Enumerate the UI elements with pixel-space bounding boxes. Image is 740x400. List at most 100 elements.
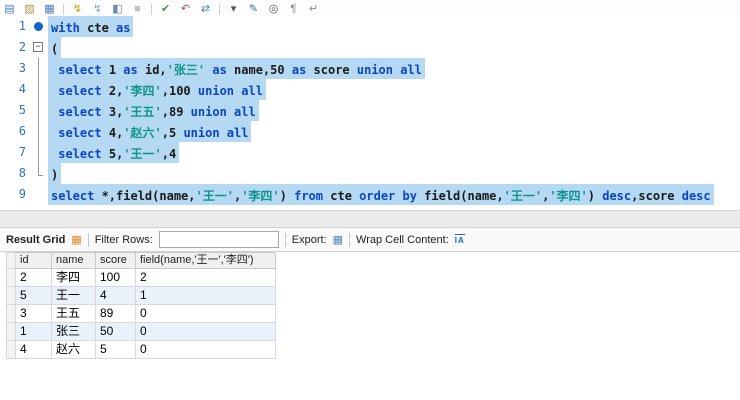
result-grid-toolbar: Result Grid ▦ Filter Rows: Export: ▦ Wra… (0, 228, 740, 252)
line-number[interactable]: 9 (0, 184, 31, 205)
result-cell[interactable]: 0 (135, 340, 276, 359)
result-cell[interactable]: 3 (15, 304, 52, 323)
result-cell[interactable]: 赵六 (51, 340, 96, 359)
result-cell[interactable]: 5 (15, 286, 52, 305)
editor-line[interactable]: 2−( (0, 37, 740, 58)
export-icon[interactable]: ▦ (333, 234, 343, 246)
result-cell[interactable]: 5 (95, 340, 136, 359)
save-script-icon[interactable]: ▦ (43, 3, 56, 16)
column-header-score[interactable]: score (95, 252, 136, 269)
result-cell[interactable]: 2 (135, 268, 276, 287)
fold-collapse-icon[interactable]: − (31, 37, 48, 58)
code-text[interactable]: with cte as (48, 16, 134, 37)
code-text[interactable]: select 2,'李四',100 union all (48, 79, 266, 100)
result-cell[interactable]: 张三 (51, 322, 96, 341)
code-text[interactable]: select *,field(name,'王一','李四') from cte … (48, 184, 714, 205)
result-cell[interactable]: 100 (95, 268, 136, 287)
wrap-text-icon[interactable]: ↵ (307, 3, 320, 16)
export-label: Export: (291, 233, 327, 246)
line-number[interactable]: 5 (0, 100, 31, 121)
result-cell[interactable]: 0 (135, 304, 276, 323)
statement-marker-icon (31, 16, 48, 37)
fold-line-end (31, 163, 48, 184)
result-cell[interactable]: 2 (15, 268, 52, 287)
line-number[interactable]: 6 (0, 121, 31, 142)
row-gutter[interactable] (6, 322, 16, 341)
result-cell[interactable]: 李四 (51, 268, 96, 287)
sql-editor-window: ▤ ▧ ▦ ↯ ↯ ◧ ■ ✔ ↶ ⇄ ▾ ✎ ◎ ¶ ↵ 1 with cte as 2−(3 select … (0, 0, 740, 400)
code-text[interactable]: ) (48, 163, 62, 184)
find-icon[interactable]: ◎ (267, 3, 280, 16)
row-gutter[interactable] (6, 304, 16, 323)
row-gutter[interactable] (6, 286, 16, 305)
code-text[interactable]: select 3,'王五',89 union all (48, 100, 259, 121)
editor-line[interactable]: 8) (0, 163, 740, 184)
result-cell[interactable]: 王五 (51, 304, 96, 323)
line-number[interactable]: 8 (0, 163, 31, 184)
result-row[interactable]: 5 王一 4 1 (6, 286, 276, 305)
line-number[interactable]: 3 (0, 58, 31, 79)
result-cell[interactable]: 1 (15, 322, 52, 341)
editor-line[interactable]: 3 select 1 as id,'张三' as name,50 as scor… (0, 58, 740, 79)
filter-rows-input[interactable] (158, 231, 279, 248)
limit-rows-icon[interactable]: ▾ (227, 3, 240, 16)
editor-line[interactable]: 1 with cte as (0, 16, 740, 37)
stop-icon[interactable]: ■ (131, 3, 144, 16)
execute-current-statement-icon[interactable]: ↯ (91, 3, 104, 16)
filter-rows-label: Filter Rows: (94, 233, 153, 246)
result-cell[interactable]: 4 (15, 340, 52, 359)
code-text[interactable]: ( (48, 37, 62, 58)
result-grid-icon[interactable]: ▦ (71, 234, 81, 246)
line-number[interactable]: 1 (0, 16, 31, 37)
toolbar-separator (151, 3, 152, 15)
editor-line[interactable]: 5 select 3,'王五',89 union all (0, 100, 740, 121)
commit-icon[interactable]: ✔ (159, 3, 172, 16)
result-cell[interactable]: 0 (135, 322, 276, 341)
result-row[interactable]: 2 李四 100 2 (6, 268, 276, 287)
result-grid-label: Result Grid (6, 233, 66, 246)
row-gutter-header (6, 252, 16, 269)
toolbar-separator (219, 3, 220, 15)
wrap-cell-content-icon[interactable]: IA (454, 234, 465, 245)
line-number[interactable]: 7 (0, 142, 31, 163)
column-header-id[interactable]: id (15, 252, 52, 269)
line-number[interactable]: 2 (0, 37, 31, 58)
result-cell[interactable]: 王一 (51, 286, 96, 305)
result-row[interactable]: 1 张三 50 0 (6, 322, 276, 341)
code-text[interactable]: select 5,'王一',4 (48, 142, 180, 163)
editor-line[interactable]: 4 select 2,'李四',100 union all (0, 79, 740, 100)
editor-line[interactable]: 9 select *,field(name,'王一','李四') from cte… (0, 184, 740, 205)
toolbar-separator (87, 232, 89, 247)
pane-splitter[interactable] (0, 210, 740, 228)
beautify-icon[interactable]: ✎ (247, 3, 260, 16)
result-row[interactable]: 4 赵六 5 0 (6, 340, 276, 359)
result-row[interactable]: 3 王五 89 0 (6, 304, 276, 323)
row-gutter[interactable] (6, 268, 16, 287)
open-script-icon[interactable]: ▧ (23, 3, 36, 16)
code-text[interactable]: select 4,'赵六',5 union all (48, 121, 252, 142)
gutter-spacer (31, 184, 48, 205)
new-script-icon[interactable]: ▤ (3, 3, 16, 16)
special-chars-icon[interactable]: ¶ (287, 3, 300, 16)
line-number[interactable]: 4 (0, 79, 31, 100)
explain-icon[interactable]: ◧ (111, 3, 124, 16)
editor-line[interactable]: 6 select 4,'赵六',5 union all (0, 121, 740, 142)
editor-line[interactable]: 7 select 5,'王一',4 (0, 142, 740, 163)
result-header-row: id name score field(name,'王一','李四') (6, 252, 276, 269)
result-cell[interactable]: 50 (95, 322, 136, 341)
rollback-icon[interactable]: ↶ (179, 3, 192, 16)
toolbar-separator (63, 3, 64, 15)
execute-icon[interactable]: ↯ (71, 3, 84, 16)
code-text[interactable]: select 1 as id,'张三' as name,50 as score … (48, 58, 425, 79)
autocommit-icon[interactable]: ⇄ (199, 3, 212, 16)
sql-editor[interactable]: 1 with cte as 2−(3 select 1 as id,'张三' as … (0, 16, 740, 210)
row-gutter[interactable] (6, 340, 16, 359)
column-header-name[interactable]: name (51, 252, 96, 269)
result-grid: id name score field(name,'王一','李四') 2 李四 1… (6, 252, 276, 359)
result-cell[interactable]: 1 (135, 286, 276, 305)
result-cell[interactable]: 4 (95, 286, 136, 305)
fold-line (31, 100, 48, 121)
column-header-field[interactable]: field(name,'王一','李四') (135, 252, 276, 269)
result-cell[interactable]: 89 (95, 304, 136, 323)
toolbar-separator (349, 232, 351, 247)
